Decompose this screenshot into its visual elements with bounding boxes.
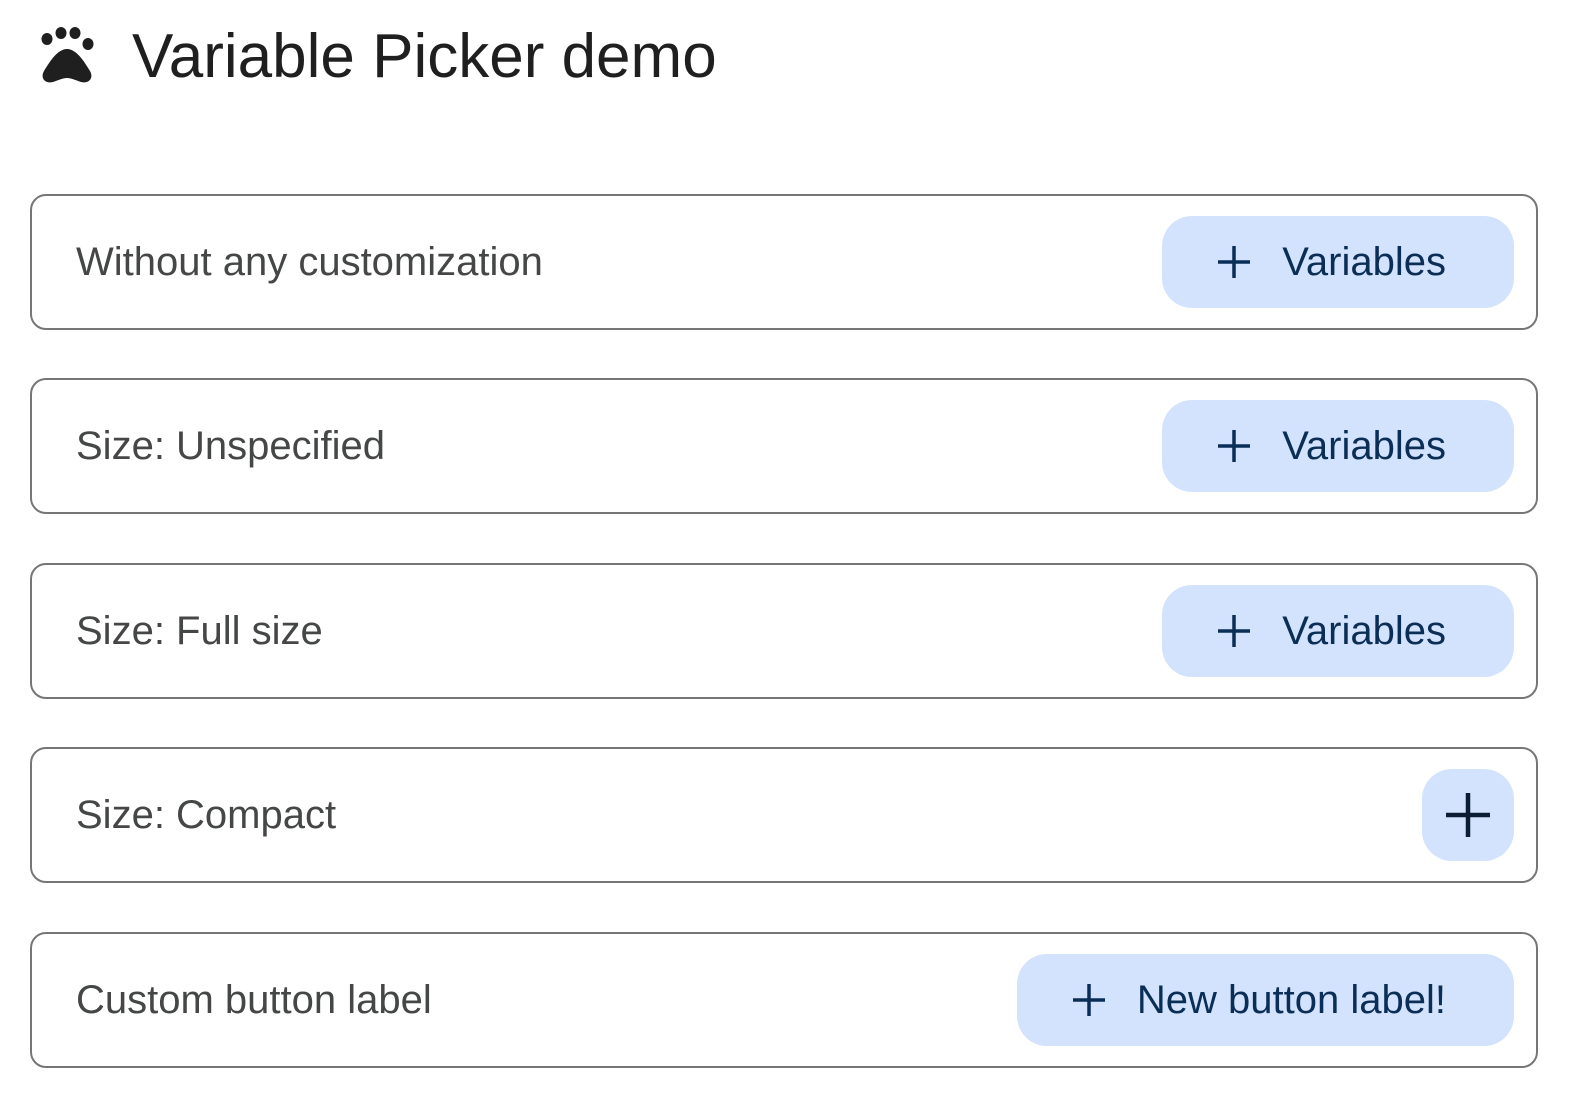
custom-label-button[interactable]: New button label! [1016, 954, 1514, 1046]
page-title: Variable Picker demo [132, 21, 717, 91]
plus-icon [1214, 242, 1254, 282]
card-label: Size: Compact [76, 792, 337, 837]
button-label: Variables [1282, 423, 1446, 468]
variable-picker-card: Size: Compact [30, 747, 1538, 883]
button-label: Variables [1282, 239, 1446, 284]
variable-picker-card: Size: Unspecified Variables [30, 378, 1538, 514]
button-label: New button label! [1136, 977, 1446, 1022]
compact-variables-button[interactable] [1422, 769, 1514, 861]
card-label: Size: Full size [76, 608, 323, 653]
card-label: Custom button label [76, 977, 432, 1022]
variables-button[interactable]: Variables [1162, 400, 1514, 492]
paw-icon [34, 25, 96, 87]
plus-icon [1443, 790, 1493, 840]
variable-picker-card: Custom button label New button label! [30, 932, 1538, 1068]
card-label: Without any customization [76, 239, 543, 284]
page-header: Variable Picker demo [34, 20, 717, 92]
plus-icon [1214, 426, 1254, 466]
button-label: Variables [1282, 608, 1446, 653]
plus-icon [1069, 980, 1109, 1020]
plus-icon [1214, 611, 1254, 651]
variables-button[interactable]: Variables [1162, 216, 1514, 308]
variable-picker-card: Without any customization Variables [30, 194, 1538, 330]
card-label: Size: Unspecified [76, 423, 386, 468]
variable-picker-card: Size: Full size Variables [30, 563, 1538, 699]
variables-button[interactable]: Variables [1162, 585, 1514, 677]
